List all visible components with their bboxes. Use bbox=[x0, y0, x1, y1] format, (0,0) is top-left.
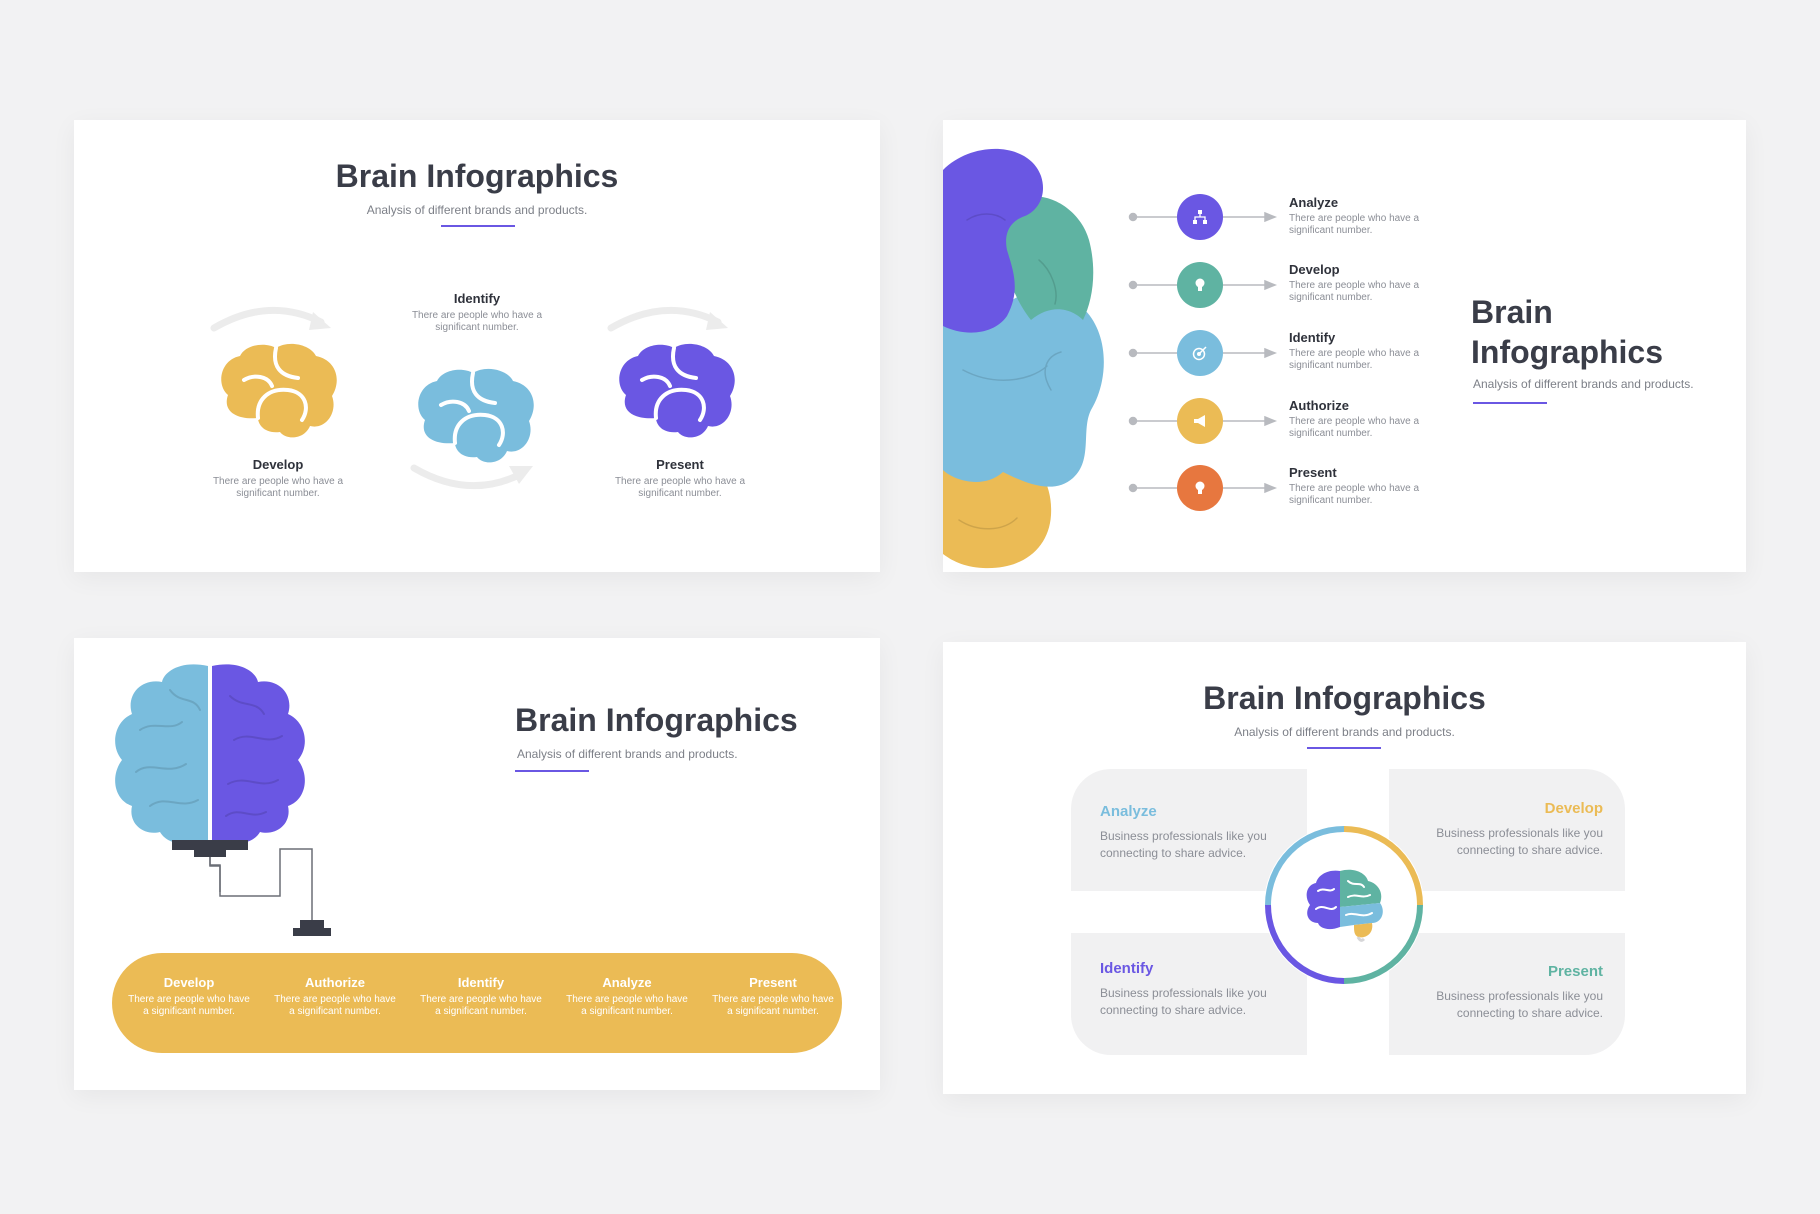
slide-brain-quadrants: Brain Infographics Analysis of different… bbox=[943, 642, 1746, 1094]
bar-item-label: Analyze bbox=[602, 975, 652, 990]
bar-item-desc: There are people who have a significant … bbox=[712, 994, 834, 1017]
bar-item: Authorize There are people who have a si… bbox=[270, 975, 400, 1018]
step-label-identify: Identify bbox=[453, 291, 501, 306]
slide-title-line2: Infographics bbox=[1471, 334, 1664, 370]
bar-item: Develop There are people who have a sign… bbox=[124, 975, 254, 1018]
card-label-analyze: Analyze bbox=[1100, 803, 1157, 820]
row-label-analyze: Analyze bbox=[1289, 195, 1339, 210]
row-desc-authorize: There are people who have a significant … bbox=[1289, 416, 1420, 439]
slide-title: Brain Infographics bbox=[335, 158, 619, 194]
curved-arrow-icon bbox=[210, 306, 331, 332]
bar-item-desc: There are people who have a significant … bbox=[274, 994, 396, 1017]
row-desc-present: There are people who have a significant … bbox=[1289, 483, 1420, 506]
bar-item: Present There are people who have a sign… bbox=[708, 975, 838, 1018]
bar-item-desc: There are people who have a significant … bbox=[566, 994, 688, 1017]
lightbulb-icon bbox=[1177, 262, 1223, 308]
slide-brain-list: Analyze There are people who have a sign… bbox=[943, 120, 1746, 572]
bar-item-desc: There are people who have a significant … bbox=[420, 994, 542, 1017]
curved-arrow-icon bbox=[607, 306, 728, 332]
brain-develop-icon bbox=[221, 343, 337, 438]
bar-item-label: Identify bbox=[457, 975, 505, 990]
slide-brain-bar: Brain Infographics Analysis of different… bbox=[74, 638, 880, 1090]
row-desc-analyze: There are people who have a significant … bbox=[1289, 213, 1420, 236]
slide-brain-cycle: Brain Infographics Analysis of different… bbox=[74, 120, 880, 572]
title-underline bbox=[1307, 747, 1381, 749]
row-desc-develop: There are people who have a significant … bbox=[1289, 280, 1420, 303]
row-label-develop: Develop bbox=[1289, 262, 1340, 277]
steps-bar: Develop There are people who have a sign… bbox=[112, 953, 842, 1053]
slide-title: Brain Infographics bbox=[1203, 680, 1486, 716]
card-desc-analyze: Business professionals like you connecti… bbox=[1100, 829, 1267, 860]
row-label-authorize: Authorize bbox=[1289, 398, 1349, 413]
step-desc-develop: There are people who have a significant … bbox=[212, 476, 344, 499]
step-label-present: Present bbox=[656, 457, 704, 472]
hierarchy-icon bbox=[1177, 194, 1223, 240]
bar-item-label: Present bbox=[749, 975, 797, 990]
title-underline bbox=[1473, 402, 1547, 404]
slide-title-line1: Brain bbox=[1471, 294, 1553, 330]
megaphone-icon bbox=[1177, 398, 1223, 444]
brain-color-icon bbox=[1306, 869, 1383, 942]
bar-item-label: Authorize bbox=[305, 975, 365, 990]
bar-item-desc: There are people who have a significant … bbox=[128, 994, 250, 1017]
card-desc-develop: Business professionals like you connecti… bbox=[1436, 826, 1603, 857]
step-label-develop: Develop bbox=[252, 457, 304, 472]
slide-subtitle: Analysis of different brands and product… bbox=[366, 203, 588, 217]
row-label-present: Present bbox=[1289, 465, 1337, 480]
row-desc-identify: There are people who have a significant … bbox=[1289, 348, 1420, 371]
slide-subtitle: Analysis of different brands and product… bbox=[1473, 377, 1694, 391]
card-label-present: Present bbox=[1547, 963, 1603, 980]
card-desc-identify: Business professionals like you connecti… bbox=[1100, 986, 1267, 1017]
bar-item-label: Develop bbox=[163, 975, 215, 990]
lightbulb-icon bbox=[1177, 465, 1223, 511]
card-label-identify: Identify bbox=[1100, 960, 1154, 977]
brain-present-icon bbox=[619, 343, 735, 438]
card-desc-present: Business professionals like you connecti… bbox=[1436, 989, 1603, 1020]
step-desc-present: There are people who have a significant … bbox=[614, 476, 746, 499]
card-label-develop: Develop bbox=[1544, 800, 1603, 817]
slide-subtitle: Analysis of different brands and product… bbox=[1234, 725, 1455, 739]
bar-item: Identify There are people who have a sig… bbox=[416, 975, 546, 1018]
title-underline bbox=[441, 225, 515, 227]
target-icon bbox=[1177, 330, 1223, 376]
slide-subtitle: Analysis of different brands and product… bbox=[517, 747, 738, 761]
title-underline bbox=[515, 770, 589, 772]
brain-identify-icon bbox=[418, 368, 534, 463]
slide-title: Brain Infographics bbox=[515, 702, 798, 738]
row-label-identify: Identify bbox=[1289, 330, 1336, 345]
bar-item: Analyze There are people who have a sign… bbox=[562, 975, 692, 1018]
step-desc-identify: There are people who have a significant … bbox=[411, 310, 543, 333]
